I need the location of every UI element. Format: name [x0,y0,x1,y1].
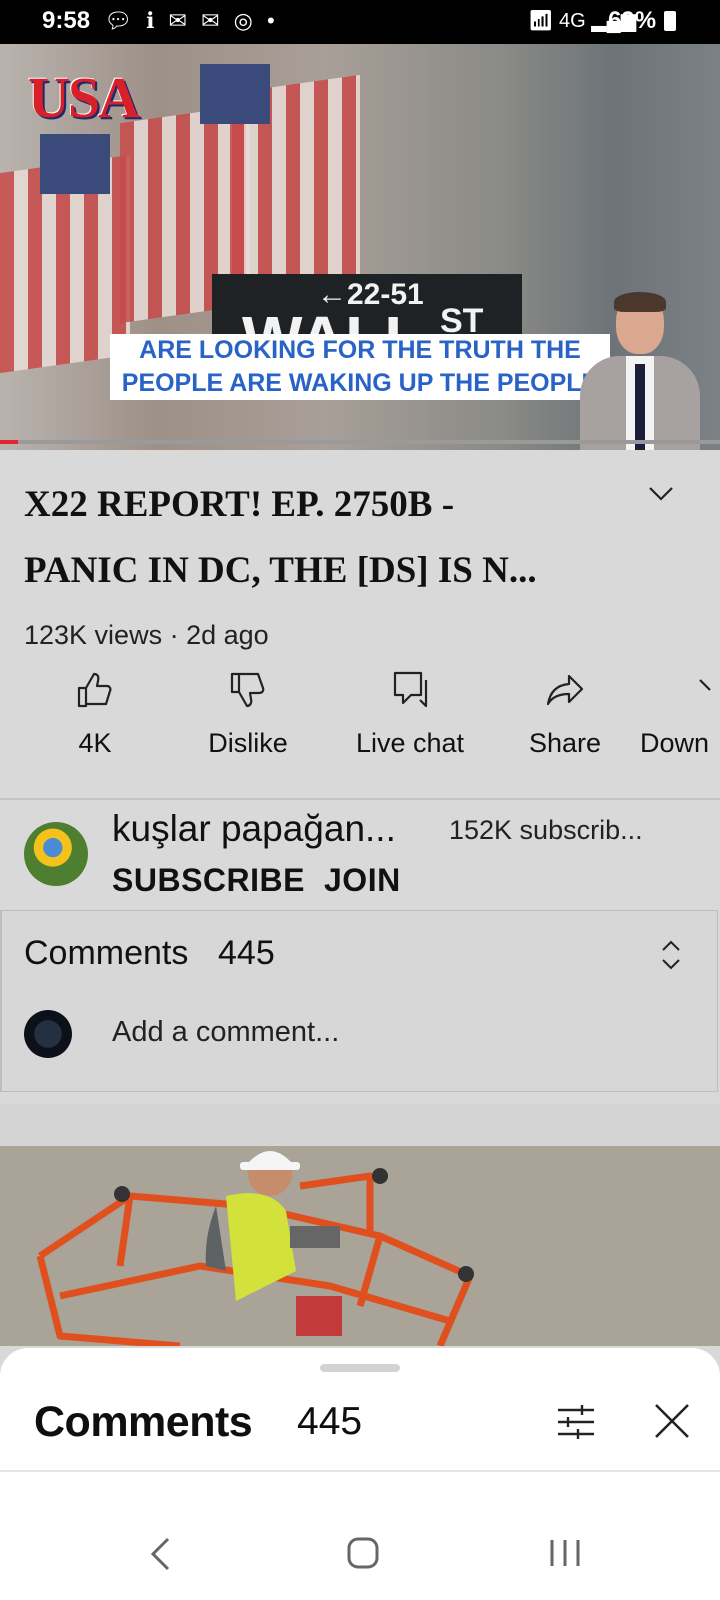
chevron-down-icon[interactable] [648,480,674,506]
title-line: PANIC IN DC, THE [DS] IS N... [24,550,537,591]
battery-percent: 69% [608,7,657,34]
flag-canton [40,134,110,194]
wifi-icon: 📶︎ [528,10,554,32]
share-button[interactable]: Share [490,670,640,770]
live-chat-button[interactable]: Live chat [335,670,485,770]
like-button[interactable]: 4K [20,670,170,770]
presenter-image [580,292,710,450]
video-player[interactable]: USA ←22-51 WALL ST ARE LOOKING FOR THE T… [0,44,720,450]
back-icon[interactable] [148,1536,172,1572]
flag-canton [200,64,270,124]
divider [0,798,720,800]
sheet-title: Comments [34,1398,253,1446]
caption-line: ARE LOOKING FOR THE TRUTH THE [139,336,581,364]
join-button[interactable]: JOIN [324,862,401,899]
subscribe-button[interactable]: SUBSCRIBE [112,862,305,899]
battery-icon [664,11,676,31]
expand-collapse-icon[interactable] [660,938,682,972]
related-video-thumbnail[interactable] [0,1146,720,1346]
title-line: X22 REPORT! EP. 2750B - [24,484,455,525]
dot-icon: • [267,8,279,33]
mail-icon: ✉ [201,8,224,33]
status-time: 9:58 [42,7,91,34]
sheet-comment-count: 445 [297,1400,363,1443]
subscriber-count: 152K subscrib... [449,815,643,845]
dislike-button[interactable]: Dislike [173,670,323,770]
video-meta: 123K views · 2d ago [24,620,269,650]
info-icon: ℹ [146,8,159,33]
divider [0,1470,720,1472]
dislike-label: Dislike [208,728,288,758]
mail-icon: ✉ [168,8,191,33]
sort-filter-icon[interactable] [556,1404,596,1440]
video-title[interactable]: X22 REPORT! EP. 2750B - PANIC IN DC, THE… [24,472,624,604]
network-type: 4G [558,10,586,32]
video-caption: ARE LOOKING FOR THE TRUTH THE PEOPLE ARE… [110,334,610,400]
channel-name[interactable]: kuşlar papağan... [112,808,396,850]
lift-worker-image [0,1146,720,1346]
video-progress-bar[interactable] [0,440,720,444]
download-icon [699,679,711,691]
thumbs-up-icon [77,672,112,708]
live-chat-label: Live chat [355,728,465,758]
user-avatar [24,1010,72,1058]
section-separator [0,1104,720,1146]
drag-handle[interactable] [320,1364,400,1372]
recent-apps-icon[interactable] [548,1538,582,1568]
thumbs-down-icon [230,672,265,708]
close-icon[interactable] [653,1402,691,1440]
caption-line: PEOPLE ARE WAKING UP THE PEOPLE [121,369,599,397]
add-comment-input[interactable]: Add a comment... [112,1016,339,1049]
progress-played [0,440,18,444]
channel-avatar[interactable] [24,822,88,886]
like-count: 4K [78,728,112,758]
share-label: Share [528,728,602,758]
download-button[interactable]: Down [640,670,720,770]
comments-count: 445 [218,934,275,972]
status-bar: 9:58 💬︎ ℹ ✉ ✉ ◎ • 📶︎ 4G ▂▄▆ 69% [0,0,720,44]
download-label: Down [640,728,710,758]
chat-icon [393,671,428,708]
comments-label: Comments [24,934,189,972]
home-icon[interactable] [346,1536,380,1570]
notification-icons: 💬︎ ℹ ✉ ✉ ◎ • [104,8,279,34]
usa-logo: USA [28,65,140,130]
chat-bubble-icon: 💬︎ [104,8,136,33]
chrome-icon: ◎ [233,8,257,33]
share-icon [546,674,584,706]
